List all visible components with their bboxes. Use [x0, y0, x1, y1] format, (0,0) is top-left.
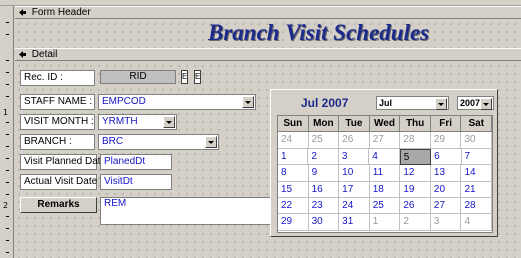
- weekday-header: Sat: [461, 116, 493, 133]
- visit-month-combo[interactable]: YRMTH: [98, 114, 177, 130]
- visit-planned-date-label[interactable]: Visit Planned Date :: [20, 154, 112, 170]
- weekday-header: Thu: [400, 116, 431, 133]
- section-arrow-icon: [19, 9, 26, 16]
- small-checkbox-a[interactable]: E: [181, 70, 188, 84]
- weekday-header: Wed: [369, 116, 401, 133]
- calendar-year-value: 2007: [460, 98, 481, 108]
- weekday-header: Fri: [430, 116, 462, 133]
- rec-id-field[interactable]: RID: [100, 70, 176, 84]
- calendar-grid: Sun Mon Tue Wed Thu Fri Sat 24 25 26 27 …: [277, 115, 493, 233]
- ruler-mark-2: 2: [3, 201, 9, 210]
- calendar-day-selected[interactable]: 5: [399, 148, 432, 166]
- calendar-day[interactable]: 7: [461, 148, 492, 166]
- vertical-ruler: 1 2: [0, 6, 14, 258]
- visit-planned-date-field[interactable]: PlanedDt: [100, 154, 172, 170]
- dropdown-arrow-icon[interactable]: [480, 98, 492, 110]
- calendar-day[interactable]: 3: [430, 214, 462, 231]
- remarks-label[interactable]: Remarks: [20, 197, 97, 213]
- dropdown-arrow-icon[interactable]: [435, 98, 447, 110]
- access-form-designer: 1 2 Form Header Branch Visit Schedules D…: [0, 0, 521, 258]
- staff-name-value: EMPCOD: [102, 96, 146, 107]
- weekday-header: Mon: [308, 116, 340, 133]
- form-header-label: Form Header: [31, 7, 91, 18]
- calendar-month-select[interactable]: Jul: [376, 96, 449, 110]
- calendar-day[interactable]: 15: [278, 181, 309, 198]
- branch-label[interactable]: BRANCH :: [20, 134, 95, 150]
- calendar-day[interactable]: 30: [308, 214, 340, 231]
- calendar-week-row: 29 30 31 1 2 3 4: [278, 214, 493, 231]
- calendar-day[interactable]: 24: [339, 197, 370, 215]
- calendar-day[interactable]: 4: [369, 148, 400, 166]
- calendar-day[interactable]: 1: [278, 148, 309, 166]
- branch-combo[interactable]: BRC: [98, 134, 219, 150]
- calendar-week-row: 15 16 17 18 19 20 21: [278, 181, 493, 198]
- calendar-week-row: 1 2 3 4 5 6 7: [278, 148, 492, 166]
- staff-name-label[interactable]: STAFF NAME :: [20, 94, 95, 110]
- calendar-day[interactable]: 14: [461, 165, 493, 182]
- calendar-day[interactable]: 17: [339, 181, 370, 198]
- calendar-day[interactable]: 20: [430, 181, 462, 198]
- branch-value: BRC: [102, 136, 124, 147]
- calendar-day[interactable]: 30: [461, 132, 493, 149]
- weekday-header: Tue: [339, 116, 370, 133]
- calendar-day[interactable]: 29: [278, 214, 309, 231]
- calendar-day[interactable]: 10: [339, 165, 370, 182]
- weekday-header: Sun: [278, 116, 309, 133]
- calendar-day[interactable]: 4: [461, 214, 493, 231]
- calendar-day[interactable]: 26: [339, 132, 370, 149]
- ruler-mark-1: 1: [3, 108, 9, 117]
- calendar-day[interactable]: 27: [430, 197, 462, 215]
- remarks-field[interactable]: REM: [100, 197, 275, 225]
- form-title[interactable]: Branch Visit Schedules: [208, 20, 429, 46]
- calendar-day[interactable]: 19: [400, 181, 431, 198]
- calendar-day[interactable]: 12: [400, 165, 431, 182]
- actual-visit-date-label[interactable]: Actual Visit Date :: [20, 174, 103, 190]
- calendar-day[interactable]: 31: [339, 214, 370, 231]
- calendar-day[interactable]: 28: [461, 197, 493, 215]
- calendar-day[interactable]: 29: [430, 132, 462, 149]
- calendar-week-row: 8 9 10 11 12 13 14: [278, 165, 493, 182]
- form-header-section-bar[interactable]: Form Header: [15, 6, 521, 19]
- calendar-day[interactable]: 2: [308, 148, 339, 166]
- calendar-day[interactable]: 23: [308, 197, 340, 215]
- calendar-day[interactable]: 27: [369, 132, 401, 149]
- calendar-day[interactable]: 21: [461, 181, 493, 198]
- calendar-day[interactable]: 28: [400, 132, 431, 149]
- visit-month-label[interactable]: VISIT MONTH :: [20, 114, 95, 130]
- calendar-day[interactable]: 13: [430, 165, 462, 182]
- calendar-day[interactable]: 3: [338, 148, 370, 166]
- detail-label: Detail: [31, 49, 58, 60]
- section-arrow-icon: [19, 51, 26, 58]
- dropdown-arrow-icon[interactable]: [163, 116, 175, 128]
- staff-name-combo[interactable]: EMPCOD: [98, 94, 256, 110]
- visit-month-value: YRMTH: [102, 116, 138, 127]
- calendar-day[interactable]: 9: [308, 165, 340, 182]
- calendar-day[interactable]: 8: [278, 165, 309, 182]
- calendar-month-value: Jul: [379, 98, 393, 108]
- calendar-day[interactable]: 6: [431, 148, 462, 166]
- detail-section-bar[interactable]: Detail: [15, 48, 521, 61]
- small-checkbox-b[interactable]: E: [194, 70, 201, 84]
- dropdown-arrow-icon[interactable]: [242, 96, 254, 108]
- calendar-day[interactable]: 22: [278, 197, 309, 215]
- calendar-day[interactable]: 18: [369, 181, 401, 198]
- calendar-week-row: 22 23 24 25 26 27 28: [278, 197, 493, 215]
- calendar-day[interactable]: 11: [369, 165, 401, 182]
- calendar-day[interactable]: 16: [308, 181, 340, 198]
- calendar-day[interactable]: 24: [278, 132, 309, 149]
- calendar-day[interactable]: 2: [400, 214, 431, 231]
- calendar-day[interactable]: 1: [369, 214, 401, 231]
- dropdown-arrow-icon[interactable]: [205, 136, 217, 148]
- calendar-weekday-row: Sun Mon Tue Wed Thu Fri Sat: [278, 116, 493, 133]
- calendar-day[interactable]: 26: [400, 197, 431, 215]
- calendar-heading: Jul 2007: [301, 96, 349, 110]
- rec-id-label[interactable]: Rec. ID :: [20, 70, 95, 86]
- calendar-control[interactable]: Jul 2007 Jul 2007 Sun Mon Tue Wed Thu Fr…: [270, 89, 498, 237]
- calendar-week-row: 24 25 26 27 28 29 30: [278, 132, 493, 149]
- calendar-year-select[interactable]: 2007: [457, 96, 494, 110]
- calendar-day[interactable]: 25: [369, 197, 401, 215]
- calendar-day[interactable]: 25: [308, 132, 340, 149]
- actual-visit-date-field[interactable]: VisitDt: [100, 174, 172, 190]
